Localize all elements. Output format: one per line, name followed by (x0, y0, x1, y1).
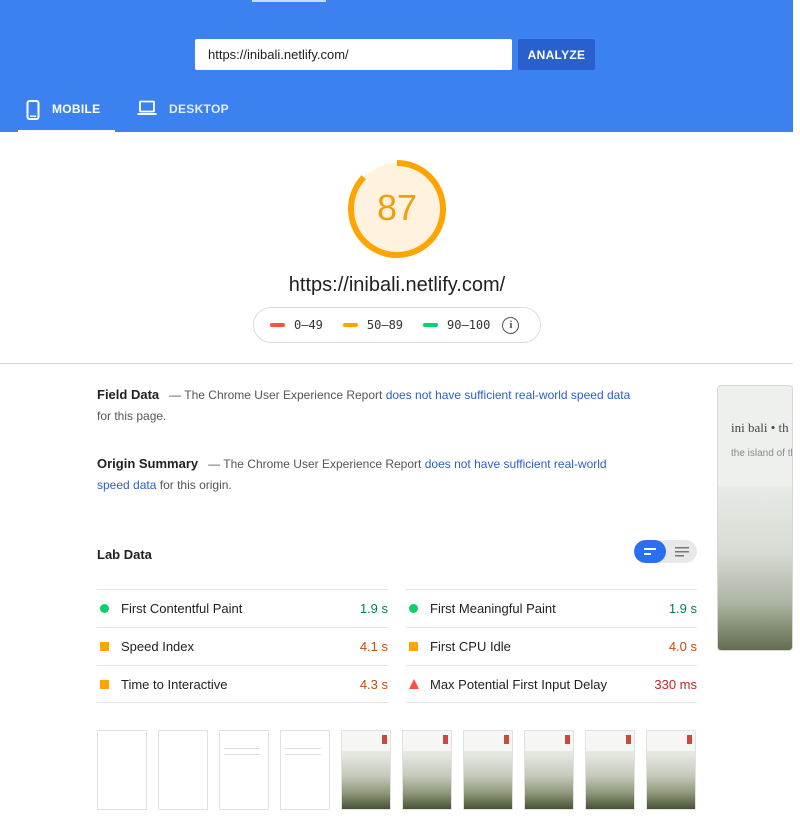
filmstrip-frame (524, 730, 574, 810)
filmstrip-frame (646, 730, 696, 810)
pass-indicator-icon (409, 604, 418, 613)
average-indicator-icon (100, 679, 109, 689)
preview-tagline: the island of th gods (731, 448, 792, 459)
view-toggle[interactable] (634, 540, 697, 563)
header-bar: ANALYZE MOBILE DESKTOP (0, 0, 793, 132)
frame-text-lines (224, 748, 260, 755)
metric-value: 4.0 s (668, 639, 697, 654)
tab-mobile[interactable]: MOBILE (18, 88, 115, 132)
legend-swatch-green (423, 323, 439, 327)
metric-name: First Meaningful Paint (430, 601, 556, 616)
legend-item-fail: 0–49 (270, 318, 323, 332)
filmstrip-frame (341, 730, 391, 810)
score-value: 87 (376, 187, 418, 228)
metric-name: Speed Index (121, 639, 195, 654)
final-screenshot-preview: ini bali • th the island of th gods (717, 385, 793, 651)
compact-view-icon[interactable] (634, 540, 666, 563)
info-icon[interactable]: i (502, 316, 520, 334)
filmstrip-frame (219, 730, 269, 810)
tested-url: https://inibali.netlify.com/ (288, 274, 506, 296)
origin-summary-text: The Chrome User Experience Report (223, 457, 422, 471)
analyze-button[interactable]: ANALYZE (518, 39, 595, 70)
legend-label: 90–100 (447, 318, 491, 332)
field-data-link[interactable]: does not have sufficient real-world spee… (386, 388, 631, 402)
list-view-icon[interactable] (667, 540, 697, 563)
legend-item-pass: 90–100 (423, 318, 490, 332)
section-divider (0, 363, 793, 364)
frame-text-lines (285, 748, 321, 755)
score-legend: 0–49 50–89 90–100 i (253, 307, 541, 343)
legend-label: 0–49 (294, 318, 323, 332)
preview-photo (718, 486, 792, 650)
tab-desktop-label: DESKTOP (169, 102, 229, 116)
pass-indicator-icon (100, 604, 109, 613)
frame-accent (687, 735, 692, 744)
average-indicator-icon (100, 642, 109, 651)
filmstrip-frame (585, 730, 635, 810)
field-data-text: The Chrome User Experience Report (184, 388, 383, 402)
metric-first-cpu-idle: First CPU Idle 4.0 s (406, 627, 697, 665)
legend-swatch-red (270, 323, 285, 327)
filmstrip-frame (463, 730, 513, 810)
origin-summary-label: Origin Summary (97, 456, 199, 471)
metric-value: 4.1 s (359, 639, 388, 654)
filmstrip-frame (97, 730, 147, 810)
metric-max-potential-fid: Max Potential First Input Delay 330 ms (406, 665, 697, 703)
frame-accent (626, 735, 631, 744)
preview-site-title: ini bali • th (731, 420, 789, 435)
metric-value: 4.3 s (359, 676, 388, 692)
filmstrip-frame (158, 730, 208, 810)
metric-name: Time to Interactive (121, 676, 228, 692)
field-data-section: Field Data — The Chrome User Experience … (97, 384, 642, 427)
pagespeed-page: ANALYZE MOBILE DESKTOP 87 (0, 0, 800, 822)
field-data-text-after: for this page. (97, 409, 167, 423)
field-data-dash: — (169, 388, 182, 402)
filmstrip-frame (280, 730, 330, 810)
legend-label: 50–89 (366, 318, 404, 332)
frame-accent (565, 735, 570, 744)
frame-accent (443, 735, 448, 744)
smartphone-icon (26, 100, 40, 120)
fail-indicator-icon (409, 679, 419, 689)
metric-first-meaningful-paint: First Meaningful Paint 1.9 s (406, 589, 697, 627)
frame-accent (504, 735, 509, 744)
metric-name: First CPU Idle (430, 639, 511, 654)
metric-value: 1.9 s (668, 601, 697, 616)
origin-summary-dash: — (208, 457, 221, 471)
header-progress-line (252, 0, 326, 2)
metric-value: 330 ms (654, 676, 697, 692)
legend-item-average: 50–89 (342, 318, 404, 332)
metric-first-contentful-paint: First Contentful Paint 1.9 s (97, 589, 388, 627)
tab-active-indicator (18, 130, 115, 132)
filmstrip-frame (402, 730, 452, 810)
field-data-label: Field Data (97, 387, 160, 402)
laptop-icon (137, 100, 157, 116)
lab-data-title: Lab Data (97, 547, 152, 562)
tab-desktop[interactable]: DESKTOP (137, 88, 237, 132)
metric-time-to-interactive: Time to Interactive 4.3 s (97, 665, 388, 703)
url-input[interactable] (195, 39, 512, 70)
metric-speed-index: Speed Index 4.1 s (97, 627, 388, 665)
legend-swatch-orange (342, 323, 358, 327)
average-indicator-icon (409, 642, 418, 651)
metric-value: 1.9 s (359, 601, 388, 616)
frame-accent (382, 735, 387, 744)
origin-summary-text-after: for this origin. (159, 478, 232, 492)
tab-mobile-label: MOBILE (52, 102, 101, 116)
metric-name: Max Potential First Input Delay (430, 676, 608, 692)
metric-name: First Contentful Paint (121, 601, 243, 616)
origin-summary-section: Origin Summary — The Chrome User Experie… (97, 453, 642, 496)
